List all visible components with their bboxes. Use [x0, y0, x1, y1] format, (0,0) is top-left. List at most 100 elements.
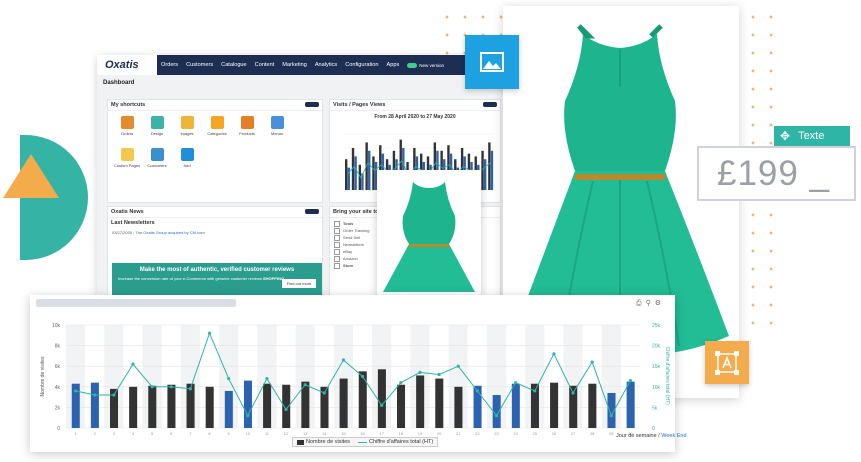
shortcut-label: Customers — [147, 163, 167, 168]
panel-options-icon[interactable] — [305, 102, 319, 107]
nav-orders[interactable]: Orders — [161, 62, 178, 68]
teal-dress-thumbnail — [383, 182, 475, 292]
bar-visits — [167, 384, 176, 428]
news-item[interactable]: 03/27/2020 : The Oxatis Group acquired b… — [108, 228, 322, 237]
find-out-more-button[interactable]: Find out more — [282, 279, 316, 288]
dress-thumbnail — [377, 170, 481, 296]
x-tick-label: 14 — [322, 431, 327, 436]
shortcut-label: Orders — [120, 131, 134, 136]
shortcut-add[interactable]: Add — [173, 148, 201, 178]
texte-tag[interactable]: ✥ Texte — [774, 126, 850, 146]
news-panel: Oxatis News Last Newsletters 03/27/2020 … — [107, 206, 323, 295]
x-tick-label: 18 — [399, 431, 404, 436]
x-tick-label: 13 — [303, 431, 308, 436]
text-frame-icon — [715, 350, 739, 375]
mini-bar-pageviews — [488, 142, 491, 190]
texte-label: Texte — [798, 130, 825, 142]
x-tick-label: 20 — [437, 431, 442, 436]
shortcut-grid: Orders Design Images Categories Products Menu… — [108, 111, 322, 183]
bar-visits — [148, 385, 157, 428]
panel-options-icon[interactable] — [305, 209, 319, 214]
revenue-point — [380, 403, 384, 407]
x-tick-label: 19 — [418, 431, 423, 436]
image-badge[interactable] — [465, 35, 519, 89]
shortcut-design[interactable]: Design — [143, 116, 171, 146]
y-tick-label: 2k — [55, 405, 61, 411]
bar-visits — [263, 383, 272, 428]
x-tick-label: 2 — [94, 431, 97, 436]
revenue-point — [456, 364, 460, 368]
nav-marketing[interactable]: Marketing — [282, 62, 307, 68]
revenue-point — [360, 374, 365, 379]
x-tick-label: 4 — [132, 431, 135, 436]
new-version-toggle[interactable] — [407, 62, 418, 68]
y-tick-label: 6k — [55, 364, 61, 370]
price-field[interactable]: £199 _ — [697, 146, 856, 201]
bar-visits — [243, 380, 252, 428]
x-tick-label: 7 — [189, 431, 192, 436]
panel-options-icon[interactable] — [483, 102, 497, 107]
week-end-link[interactable]: Week End — [661, 433, 686, 439]
revenue-point — [93, 393, 97, 397]
bar-visits — [511, 383, 520, 428]
x-tick-label: 16 — [360, 431, 365, 436]
x-tick-label: 10 — [246, 431, 251, 436]
bar-visits — [435, 378, 444, 428]
bar-visits — [550, 382, 559, 428]
shortcut-orders[interactable]: Orders — [113, 116, 141, 146]
shortcut-products[interactable]: Products — [233, 116, 261, 146]
shortcut-menus[interactable]: Menus — [263, 116, 291, 146]
settings-icon[interactable]: ⚙ — [655, 300, 665, 307]
nav-content[interactable]: Content — [255, 62, 275, 68]
shortcut-label: Images — [180, 131, 194, 136]
zoom-icon[interactable]: ⚲ — [646, 300, 655, 307]
legend-revenue[interactable]: Chiffre d'affaires total (HT) — [369, 439, 433, 445]
news-subtitle: Last Newsletters — [111, 220, 155, 226]
legend-bar-swatch — [297, 439, 304, 445]
y2-tick-label: 10k — [652, 385, 661, 391]
revenue-point — [150, 385, 154, 389]
revenue-point — [207, 331, 212, 335]
shortcut-label: Custom Pages — [113, 163, 141, 168]
nav-customers[interactable]: Customers — [186, 62, 213, 68]
x-tick-label: 1 — [74, 431, 77, 436]
y2-tick-label: 20k — [652, 344, 661, 350]
chart-legend: Nombre de visites Chiffre d'affaires tot… — [292, 437, 439, 447]
mini-bar-pageviews — [372, 156, 375, 190]
text-badge[interactable] — [705, 341, 749, 384]
visits-revenue-chart: 10k 8k 6k 4k 2k 0 25k 20k 15k 10k 5k 0 Nombre de vis… — [40, 323, 670, 436]
revenue-point — [437, 372, 441, 377]
shortcut-label: Design — [150, 131, 164, 136]
shortcut-custom-pages[interactable]: Custom Pages — [113, 148, 141, 178]
x-tick-label: 22 — [475, 431, 480, 436]
y2-tick-label: 25k — [652, 323, 661, 329]
news-title: Oxatis News — [108, 207, 322, 218]
shortcut-label: Menus — [270, 131, 283, 136]
promo-title: Make the most of authentic, verified cus… — [139, 267, 295, 273]
print-icon[interactable]: ⎙ — [636, 300, 646, 307]
nav-apps[interactable]: Apps — [387, 62, 400, 68]
shortcut-categories[interactable]: Categories — [203, 116, 231, 146]
nav-analytics[interactable]: Analytics — [315, 62, 337, 68]
y-tick-label: 0 — [57, 426, 60, 432]
y-tick-label: 8k — [55, 344, 61, 350]
y-tick-label: 10k — [52, 323, 61, 329]
shortcut-customers[interactable]: Customers — [143, 148, 171, 178]
promo-banner[interactable]: Make the most of authentic, verified cus… — [112, 263, 322, 295]
x-tick-label: 29 — [609, 431, 614, 436]
folder-icon — [210, 116, 224, 129]
x-tick-label: 15 — [341, 431, 346, 436]
visits-range: From 28 April 2020 to 27 May 2020 — [374, 114, 456, 120]
logo[interactable]: Oxatis — [97, 59, 157, 71]
move-icon[interactable]: ✥ — [780, 129, 790, 143]
x-tick-label: 24 — [513, 431, 518, 436]
bar-visits — [416, 375, 425, 428]
nav-configuration[interactable]: Configuration — [345, 62, 378, 68]
nav-catalogue[interactable]: Catalogue — [221, 62, 247, 68]
shortcut-images[interactable]: Images — [173, 116, 201, 146]
tag-icon — [240, 116, 254, 129]
y2-tick-label: 15k — [652, 364, 661, 370]
y2-tick-label: 0 — [652, 426, 655, 432]
legend-visits[interactable]: Nombre de visites — [306, 439, 350, 445]
bar-visits — [397, 384, 406, 428]
